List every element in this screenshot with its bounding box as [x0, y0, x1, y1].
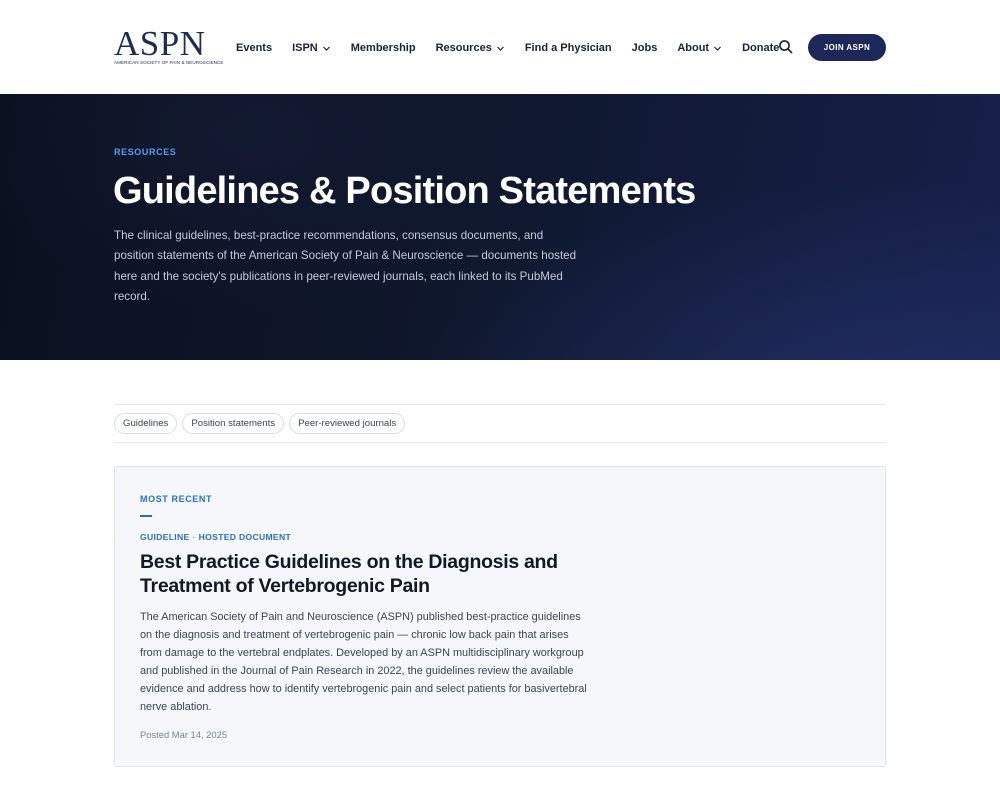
search-icon[interactable] [777, 38, 795, 56]
nav-item-label: Donate [742, 42, 780, 54]
nav-item-label: Resources [435, 42, 492, 54]
filter-bar: Guidelines Position statements Peer-review… [114, 404, 886, 443]
main-nav: Events ISPN Membership Resources Find a Phys… [236, 38, 799, 58]
nav-item-ispn[interactable]: ISPN [292, 42, 331, 54]
nav-item-membership[interactable]: Membership [351, 42, 416, 54]
card-summary: The American Society of Pain and Neurosc… [140, 611, 587, 714]
hero-eyebrow: RESOURCES [114, 147, 177, 157]
chevron-down-icon [713, 44, 722, 53]
nav-item-find-a-physician[interactable]: Find a Physician [525, 42, 612, 54]
chevron-down-icon [322, 44, 331, 53]
nav-item-donate[interactable]: Donate [742, 42, 779, 54]
card-type: GUIDELINE [140, 532, 190, 542]
join-aspn-button[interactable]: JOIN ASPN [808, 34, 886, 61]
card-title-link[interactable]: Best Practice Guidelines on the Diagnosi… [140, 551, 560, 598]
nav-item-resources[interactable]: Resources [436, 42, 505, 54]
nav-item-events[interactable]: Events [236, 42, 272, 54]
logo-subtitle: AMERICAN SOCIETY OF PAIN & NEUROSCIENCE [114, 60, 224, 65]
nav-item-about[interactable]: About [677, 42, 722, 54]
page-title: Guidelines & Position Statements [113, 170, 696, 212]
filter-chip-peer-reviewed-journals[interactable]: Peer-reviewed journals [289, 413, 406, 434]
filter-chip-position-statements[interactable]: Position statements [182, 413, 285, 434]
eyebrow-divider [140, 515, 152, 517]
site-header: ASPN AMERICAN SOCIETY OF PAIN & NEUROSCI… [0, 0, 1000, 94]
nav-item-label: ISPN [292, 42, 318, 54]
nav-item-label: Events [236, 42, 273, 54]
card-source: HOSTED DOCUMENT [198, 532, 292, 542]
nav-item-label: Find a Physician [524, 42, 612, 54]
card-eyebrow: MOST RECENT [140, 494, 213, 504]
hero-banner: RESOURCES Guidelines & Position Statemen… [0, 94, 1000, 360]
hero-description: The clinical guidelines, best-practice r… [114, 229, 577, 303]
featured-card: MOST RECENT GUIDELINE · HOSTED DOCUMENT Be… [114, 466, 886, 767]
card-meta: GUIDELINE · HOSTED DOCUMENT [140, 532, 291, 542]
posted-date: Posted Mar 14, 2025 [140, 729, 228, 740]
meta-separator: · [192, 532, 196, 542]
filter-chip-guidelines[interactable]: Guidelines [114, 413, 178, 434]
logo-wordmark: ASPN [114, 24, 206, 63]
nav-item-jobs[interactable]: Jobs [632, 42, 658, 54]
nav-item-label: Membership [350, 42, 416, 54]
nav-item-label: Jobs [631, 42, 658, 54]
aspn-logo[interactable]: ASPN AMERICAN SOCIETY OF PAIN & NEUROSCI… [114, 24, 224, 67]
chevron-down-icon [496, 44, 505, 53]
nav-item-label: About [677, 42, 710, 54]
